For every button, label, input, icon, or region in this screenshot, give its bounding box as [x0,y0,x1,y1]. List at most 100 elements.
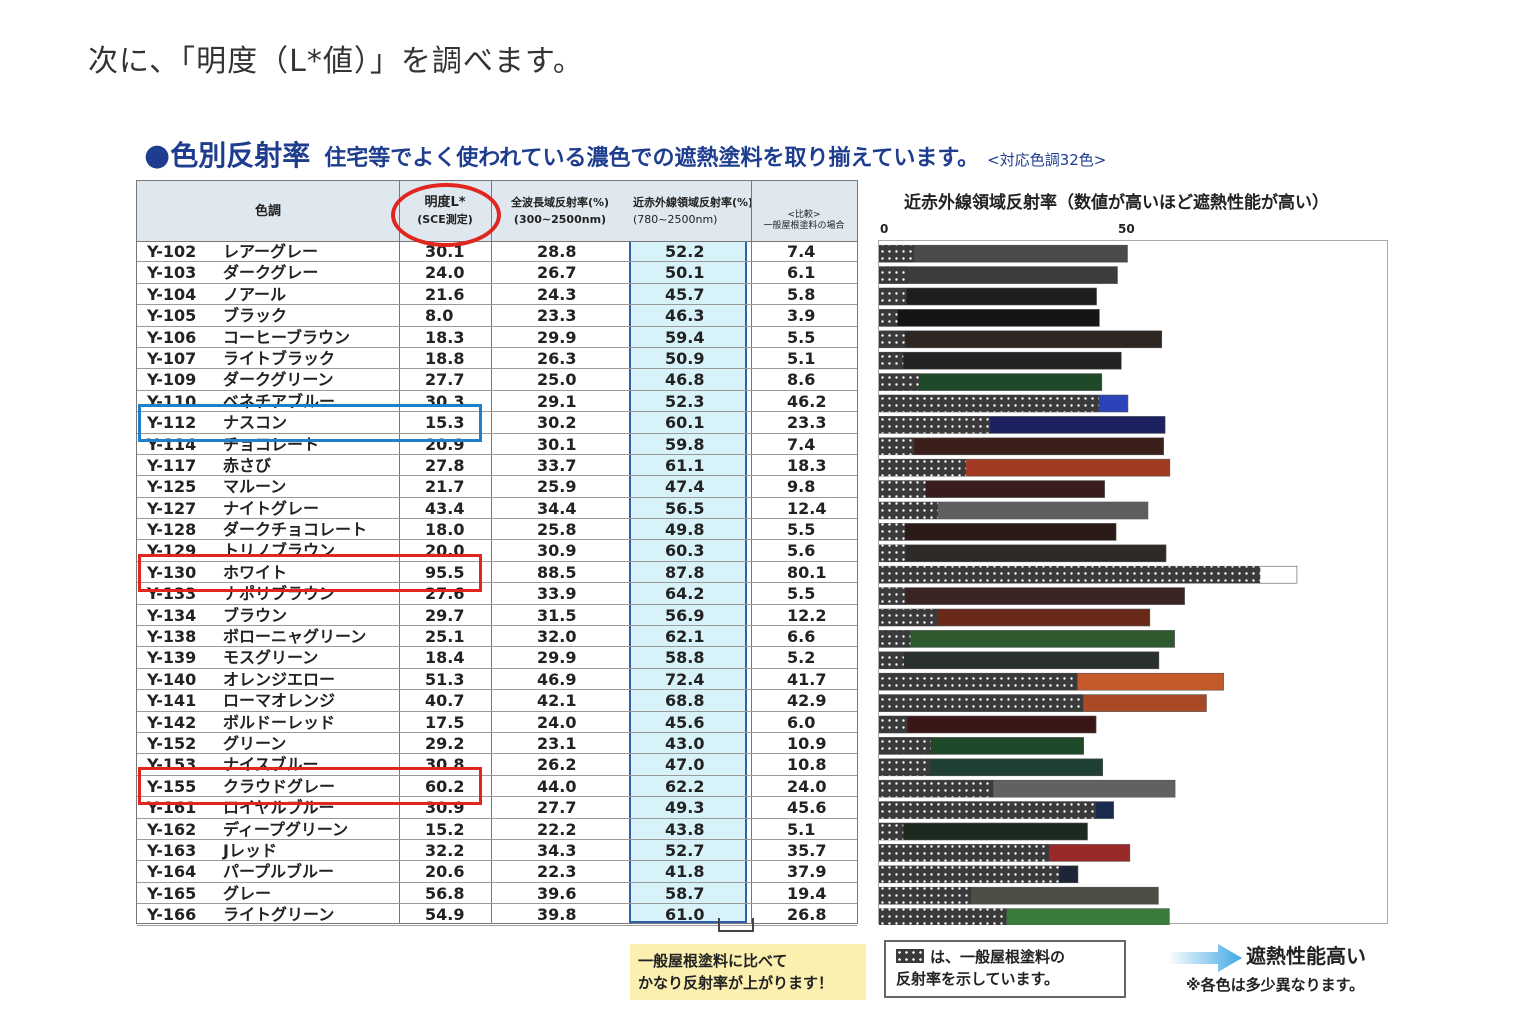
cell-code: Y-103 [147,263,197,283]
cell-nir: 41.8 [665,862,705,882]
x-tick-label: 0 [880,222,889,236]
cell-l: 17.5 [425,712,465,732]
cell-cmp: 3.9 [787,306,816,326]
nir-bar [879,523,1117,541]
baseline-bar [879,694,1084,712]
nir-bar [879,330,1163,349]
cell-nir: 56.5 [665,498,705,518]
cell-l: 27.8 [425,455,465,475]
cell-name: Jレッド [223,840,277,860]
cell-code: Y-162 [147,819,197,839]
table-row: Y-125 マルーン 21.7 25.9 47.4 9.8 [137,476,857,498]
nir-bracket [718,918,754,932]
cell-code: Y-134 [147,605,197,625]
cell-cmp: 5.1 [787,348,816,368]
cell-nir: 52.3 [665,391,705,411]
cell-full: 30.9 [537,541,577,561]
cell-full: 26.7 [537,263,577,283]
cell-nir: 61.1 [665,455,705,475]
cell-l: 29.7 [425,605,465,625]
cell-cmp: 8.6 [787,370,816,390]
baseline-bar [879,566,1261,584]
header-color: 色調 [137,181,399,241]
table-row: Y-163 Jレッド 32.2 34.3 52.7 35.7 [137,840,857,862]
baseline-bar [879,266,909,284]
cell-full: 26.2 [537,755,577,775]
cell-code: Y-127 [147,498,197,518]
cell-code: Y-142 [147,712,197,732]
cell-cmp: 5.1 [787,819,816,839]
cell-cmp: 12.2 [787,605,827,625]
legend-line-2: 反射率を示しています。 [896,970,1060,988]
cell-nir: 43.8 [665,819,705,839]
header-nir: 近赤外線領域反射率(%) (780~2500nm) [629,181,753,241]
cell-full: 27.7 [537,798,577,818]
cell-name: ダークチョコレート [223,520,368,540]
baseline-bar [879,395,1099,412]
cell-nir: 52.7 [665,840,705,860]
cell-l: 24.0 [425,263,465,283]
cell-name: モスグリーン [223,648,319,668]
cell-code: Y-105 [147,306,197,326]
highlight-y130 [138,554,482,592]
nir-bar [879,715,1097,734]
header-compare-sub: 一般屋根塗料の場合 [763,221,845,231]
highlight-y155 [138,767,482,805]
cell-nir: 58.8 [665,648,705,668]
baseline-bar [879,544,906,562]
cell-code: Y-125 [147,477,197,497]
baseline-bar [879,523,906,541]
nir-bar [879,287,1097,306]
cell-code: Y-117 [147,455,197,475]
x-tick-label: 50 [1118,222,1135,236]
cell-nir: 50.9 [665,348,705,368]
cell-nir: 62.1 [665,627,705,647]
cell-l: 40.7 [425,691,465,711]
cell-code: Y-106 [147,327,197,347]
cell-full: 34.3 [537,840,577,860]
lightness-header-circle [391,183,501,247]
cell-nir: 64.2 [665,584,705,604]
cell-code: Y-104 [147,284,197,304]
improvement-line-2: かなり反射率が上がります！ [638,974,834,992]
cell-l: 56.8 [425,883,465,903]
performance-label: 遮熱性能高い [1246,944,1366,968]
table-row: Y-106 コーヒーブラウン 18.3 29.9 59.4 5.5 [137,327,857,348]
cell-cmp: 10.9 [787,733,827,753]
cell-code: Y-140 [147,669,197,689]
cell-nir: 50.1 [665,263,705,283]
baseline-bar [879,908,1007,925]
baseline-bar [879,245,915,263]
baseline-bar [879,630,911,648]
cell-l: 54.9 [425,905,465,925]
highlight-y112 [138,404,482,442]
cell-name: マルーン [223,477,287,497]
table-row: Y-128 ダークチョコレート 18.0 25.8 49.8 5.5 [137,519,857,541]
nir-bar [879,437,1164,456]
cell-cmp: 42.9 [787,691,827,711]
improvement-line-1: 一般屋根塗料に比べて [638,952,788,970]
cell-full: 23.1 [537,733,577,753]
cell-code: Y-141 [147,691,197,711]
cell-code: Y-102 [147,242,197,261]
cell-nir: 43.0 [665,733,705,753]
cell-nir: 56.9 [665,605,705,625]
cell-full: 31.5 [537,605,577,625]
cell-l: 32.2 [425,840,465,860]
nir-bar [879,822,1088,841]
header-color-label: 色調 [254,203,281,219]
cell-cmp: 18.3 [787,455,827,475]
cell-name: ノアール [223,284,287,304]
improvement-note: 一般屋根塗料に比べて かなり反射率が上がります！ [630,944,866,1000]
cell-name: ライトグリーン [223,905,335,925]
baseline-bar [879,801,1097,819]
nir-bar [879,351,1122,370]
cell-full: 24.3 [537,284,577,304]
cell-name: ボルドーレッド [223,712,336,732]
cell-full: 39.6 [537,883,577,903]
chart-title: 近赤外線領域反射率（数値が高いほど遮熱性能が高い） [904,193,1329,213]
nir-bar [879,630,1175,648]
cell-nir: 47.4 [665,477,705,497]
bar-chart-svg [879,244,1298,925]
cell-name: グレー [223,883,272,903]
